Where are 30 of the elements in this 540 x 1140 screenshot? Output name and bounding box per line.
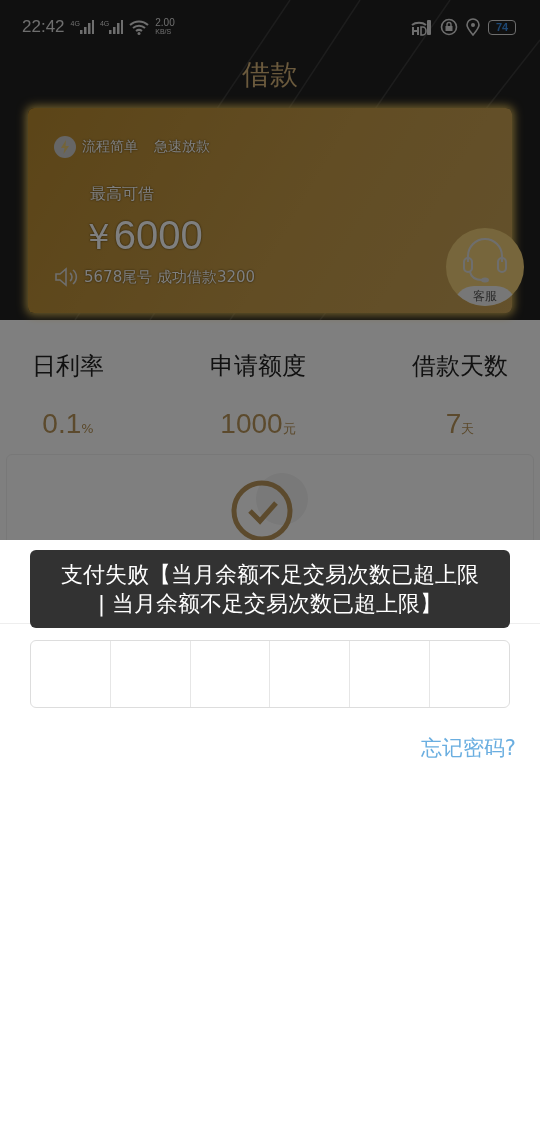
battery-level: 74 — [495, 21, 509, 33]
loan-amount: 6000 — [113, 213, 203, 258]
lock-rotation-icon — [440, 18, 458, 36]
stat-unit: 天 — [461, 420, 475, 438]
stat-unit: 元 — [282, 421, 296, 438]
stat-value: 1000 — [220, 408, 283, 440]
error-toast: 支付失败【当月余额不足交易次数已超上限 | 当月余额不足交易次数已超上限】 — [30, 550, 510, 628]
stat-label: 申请额度 — [210, 351, 306, 382]
limit-label: 最高可借 — [90, 184, 154, 205]
signal-icon — [109, 20, 124, 34]
stat-value: 0.1 — [42, 408, 82, 440]
stat-unit: % — [81, 421, 94, 436]
status-time: 22:42 — [22, 17, 65, 37]
location-icon — [466, 18, 480, 36]
forgot-password-link[interactable]: 忘记密码? — [420, 734, 516, 762]
password-field[interactable] — [30, 640, 510, 708]
signal-icon — [79, 20, 94, 34]
stat-label: 日利率 — [32, 351, 104, 382]
hd-call-icon — [410, 18, 432, 36]
currency-symbol: ¥ — [88, 217, 110, 257]
notice-text: 5678尾号 成功借款3200 — [84, 267, 256, 287]
network-speed: 2.00 — [155, 18, 175, 27]
feature-label: 急速放款 — [154, 138, 210, 156]
speaker-icon — [54, 266, 80, 288]
page-title: 借款 — [241, 57, 299, 93]
lightning-icon — [54, 136, 76, 158]
feature-label: 流程简单 — [82, 138, 138, 156]
stat-label: 借款天数 — [412, 351, 508, 382]
stat-value: 7 — [445, 408, 462, 440]
wifi-icon — [129, 19, 150, 35]
